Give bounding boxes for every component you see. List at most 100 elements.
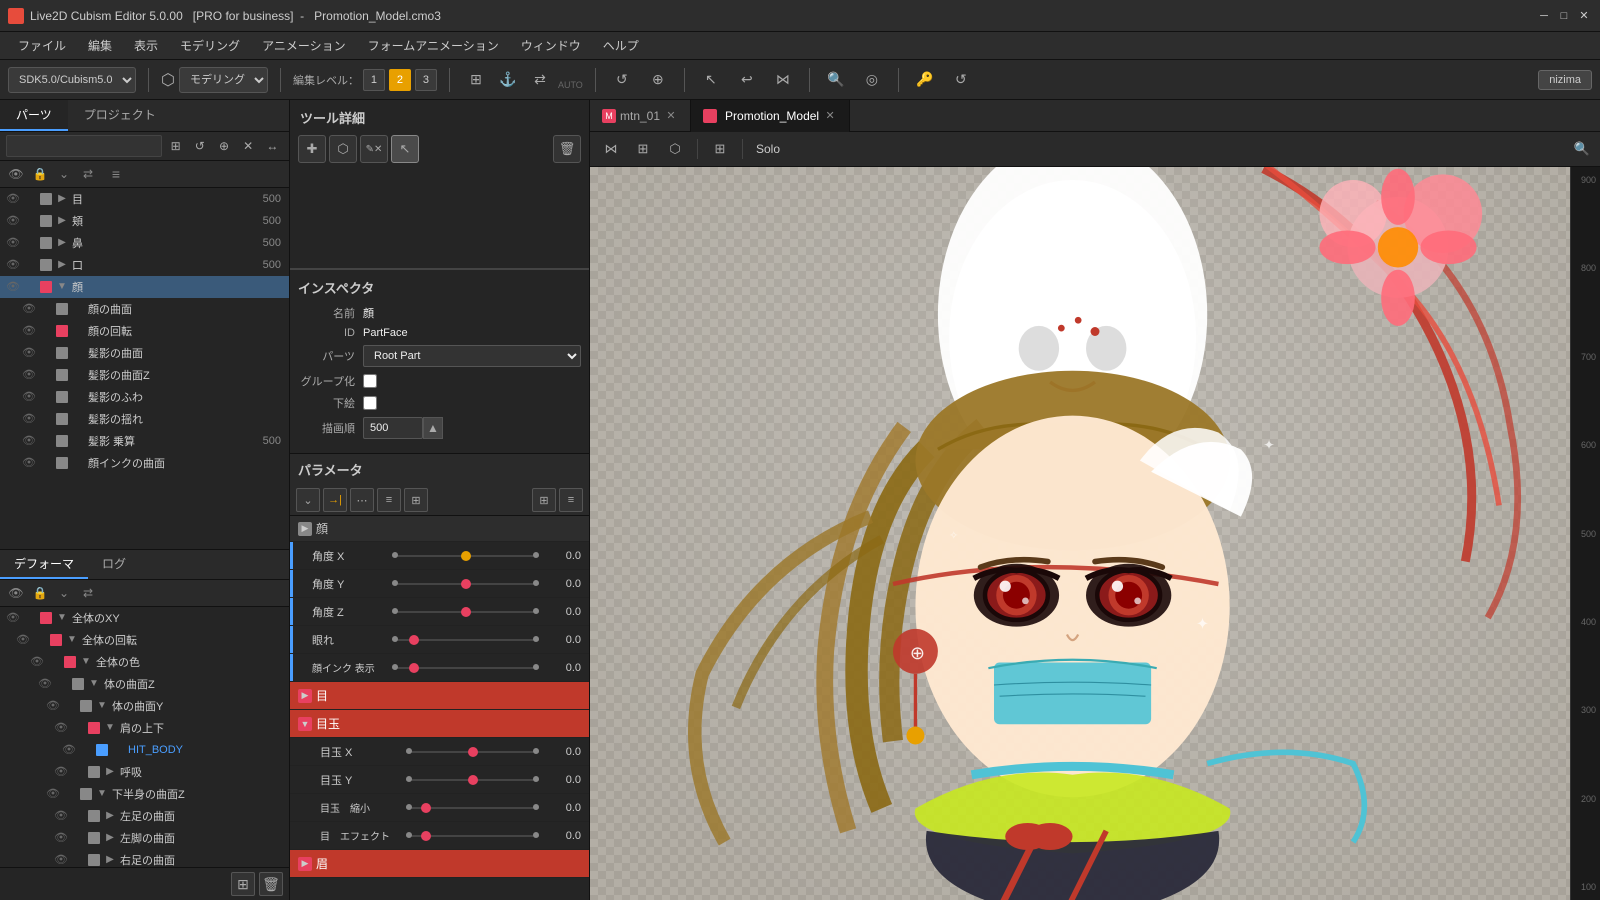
param-group-eyebrow-header[interactable]: ▶ 眉 <box>290 850 589 878</box>
cursor-icon-btn[interactable]: ↖ <box>697 66 725 94</box>
close-button[interactable]: ✕ <box>1576 8 1592 24</box>
canvas-tab-model[interactable]: Promotion_Model ✕ <box>691 100 850 132</box>
row-lock-hsf[interactable] <box>38 388 56 406</box>
row-vis-mouth[interactable]: 👁 <box>4 256 22 274</box>
row-vis-eye[interactable]: 👁 <box>4 190 22 208</box>
undo-icon-btn[interactable]: ↩ <box>733 66 761 94</box>
row-lock-mouth[interactable] <box>22 256 40 274</box>
part-row-face[interactable]: 👁 ▼ 顔 <box>0 276 289 298</box>
param-slider-angle-z[interactable] <box>392 602 539 622</box>
def-vis-expand-btn[interactable]: ⌄ <box>54 583 74 603</box>
link-parts-btn[interactable]: ⊕ <box>213 135 234 157</box>
param-thumb-eye-effect[interactable] <box>421 831 431 841</box>
def-row-body-curvey[interactable]: 👁 ▼ 体の曲面Y <box>0 695 289 717</box>
param-bar-btn[interactable]: ≡ <box>377 488 401 512</box>
inspector-sketch-checkbox[interactable] <box>363 396 377 410</box>
def-vis-eye-btn[interactable]: 👁 <box>6 583 26 603</box>
row-lock-face-rotate[interactable] <box>38 322 56 340</box>
connect-icon-btn[interactable]: ⋈ <box>769 66 797 94</box>
def-row-body-curvez[interactable]: 👁 ▼ 体の曲面Z <box>0 673 289 695</box>
vis-arrow-btn[interactable]: ⇄ <box>78 164 98 184</box>
inspector-group-checkbox[interactable] <box>363 374 377 388</box>
row-vis-nose[interactable]: 👁 <box>4 234 22 252</box>
part-row-hair-shadow-curvez[interactable]: 👁 髪影の曲面Z <box>0 364 289 386</box>
def-row-left-leg[interactable]: 👁 ▶ 左脚の曲面 <box>0 827 289 849</box>
row-vis-face-curve[interactable]: 👁 <box>20 300 38 318</box>
part-row-cheek[interactable]: 👁 ▶ 頬 500 <box>0 210 289 232</box>
edit-level-2[interactable]: 2 <box>389 69 411 91</box>
def-row-breath[interactable]: 👁 ▶ 呼吸 <box>0 761 289 783</box>
part-row-face-rotate[interactable]: 👁 顔の回転 <box>0 320 289 342</box>
param-thumb-face-ink[interactable] <box>409 663 419 673</box>
row-vis-face-rotate[interactable]: 👁 <box>20 322 38 340</box>
row-expand-eye[interactable]: ▶ <box>54 191 70 207</box>
param-dots-btn[interactable]: ⋯ <box>350 488 374 512</box>
row-vis-hss[interactable]: 👁 <box>20 410 38 428</box>
param-slider-angle-x[interactable] <box>392 546 539 566</box>
refresh-icon-btn[interactable]: ↺ <box>608 66 636 94</box>
edit-level-3[interactable]: 3 <box>415 69 437 91</box>
param-thumb-eye-close[interactable] <box>409 635 419 645</box>
menu-form-animation[interactable]: フォームアニメーション <box>358 33 509 58</box>
row-lock-cheek[interactable] <box>22 212 40 230</box>
param-group-eyeball-header[interactable]: ▼ 目玉 <box>290 710 589 738</box>
row-vis-face[interactable]: 👁 <box>4 278 22 296</box>
copy-icon-btn[interactable]: ⊕ <box>644 66 672 94</box>
param-thumb-eye-x[interactable] <box>468 747 478 757</box>
param-expand-btn[interactable]: ⌄ <box>296 488 320 512</box>
row-lock-eye[interactable] <box>22 190 40 208</box>
param-slider-angle-y[interactable] <box>392 574 539 594</box>
param-group-face[interactable]: ▶ 顔 <box>290 516 589 542</box>
ct-table-btn[interactable]: ⊞ <box>707 136 733 162</box>
vis-eye-btn[interactable]: 👁 <box>6 164 26 184</box>
menu-animation[interactable]: アニメーション <box>252 33 356 58</box>
row-expand-face[interactable]: ▼ <box>54 279 70 295</box>
row-lock-nose[interactable] <box>22 234 40 252</box>
menu-help[interactable]: ヘルプ <box>593 33 649 58</box>
menu-view[interactable]: 表示 <box>124 33 168 58</box>
vis-expand-btn[interactable]: ⌄ <box>54 164 74 184</box>
tab-project[interactable]: プロジェクト <box>68 100 172 131</box>
param-slider-eye-close[interactable] <box>392 630 539 650</box>
row-lock-face[interactable] <box>22 278 40 296</box>
canvas-viewport[interactable]: ⊕ <box>590 167 1600 900</box>
mode-select[interactable]: モデリング <box>179 67 268 93</box>
minimize-button[interactable]: ─ <box>1536 8 1552 24</box>
def-row-lower-body[interactable]: 👁 ▼ 下半身の曲面Z <box>0 783 289 805</box>
def-row-color[interactable]: 👁 ▼ 全体の色 <box>0 651 289 673</box>
inspector-draworder-inc[interactable]: ▲ <box>423 417 443 439</box>
target-icon-btn[interactable]: ◎ <box>858 66 886 94</box>
menu-file[interactable]: ファイル <box>8 33 76 58</box>
deformer-add-btn[interactable]: ⊞ <box>231 872 255 896</box>
param-slider-face-ink[interactable] <box>392 658 539 678</box>
grid-icon-btn[interactable]: ⊞ <box>462 66 490 94</box>
def-row-xy[interactable]: 👁 ▼ 全体のXY <box>0 607 289 629</box>
expand-parts-btn[interactable]: ↔ <box>262 135 283 157</box>
def-row-rotate[interactable]: 👁 ▼ 全体の回転 <box>0 629 289 651</box>
param-slider-eye-effect[interactable] <box>406 826 539 846</box>
def-row-shoulder[interactable]: 👁 ▼ 肩の上下 <box>0 717 289 739</box>
td-edit-btn[interactable]: ✎✕ <box>360 135 388 163</box>
ct-grid-btn[interactable]: ⊞ <box>630 136 656 162</box>
param-slider-eye-x[interactable] <box>406 742 539 762</box>
menu-edit[interactable]: 編集 <box>78 33 122 58</box>
row-expand-cheek[interactable]: ▶ <box>54 213 70 229</box>
maximize-button[interactable]: □ <box>1556 8 1572 24</box>
part-row-hair-shadow-sway[interactable]: 👁 髪影の揺れ <box>0 408 289 430</box>
row-vis-hsf[interactable]: 👁 <box>20 388 38 406</box>
key-icon-btn[interactable]: 🔑 <box>911 66 939 94</box>
param-thumb-eye-y[interactable] <box>468 775 478 785</box>
menu-modeling[interactable]: モデリング <box>170 33 250 58</box>
part-row-hair-shadow-fluffy[interactable]: 👁 髪影のふわ <box>0 386 289 408</box>
param-grid-btn[interactable]: ⊞ <box>404 488 428 512</box>
param-group-eye-header[interactable]: ▶ 目 <box>290 682 589 710</box>
row-vis-hsc[interactable]: 👁 <box>20 344 38 362</box>
param-add-key-btn[interactable]: →| <box>323 488 347 512</box>
param-thumb-angle-y[interactable] <box>461 579 471 589</box>
tab-log[interactable]: ログ <box>88 550 140 579</box>
row-vis-hscz[interactable]: 👁 <box>20 366 38 384</box>
menu-window[interactable]: ウィンドウ <box>511 33 591 58</box>
row-vis-hsm[interactable]: 👁 <box>20 432 38 450</box>
row-lock-face-curve[interactable] <box>38 300 56 318</box>
def-row-left-foot[interactable]: 👁 ▶ 左足の曲面 <box>0 805 289 827</box>
